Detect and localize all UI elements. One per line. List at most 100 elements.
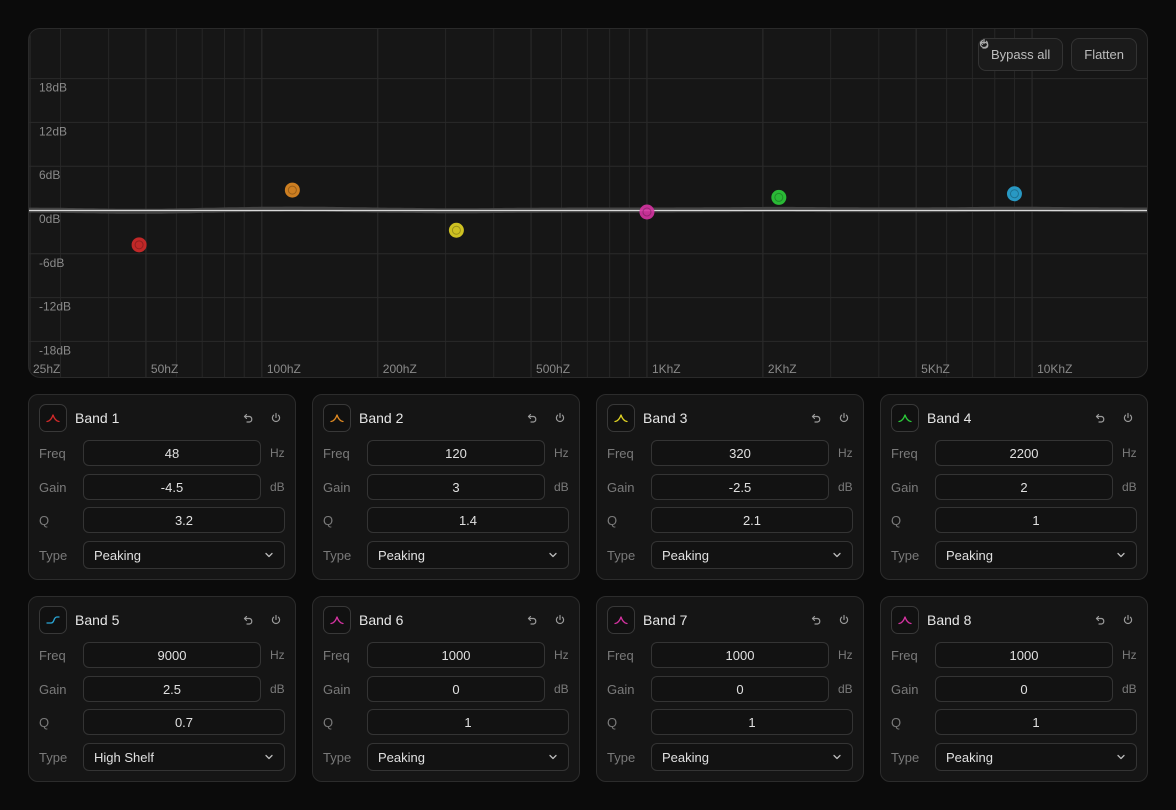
- freq-input[interactable]: 2200: [935, 440, 1113, 466]
- gain-unit: dB: [270, 480, 285, 494]
- gain-input[interactable]: -4.5: [83, 474, 261, 500]
- q-input[interactable]: 3.2: [83, 507, 285, 533]
- gain-input[interactable]: -2.5: [651, 474, 829, 500]
- band-power-button[interactable]: [1119, 409, 1137, 427]
- type-select-value: Peaking: [946, 547, 993, 563]
- band-power-button[interactable]: [267, 409, 285, 427]
- band-reset-button[interactable]: [239, 409, 257, 427]
- band-type-icon: [891, 606, 919, 634]
- band-type-icon: [323, 404, 351, 432]
- gain-input[interactable]: 0: [935, 676, 1113, 702]
- band-power-button[interactable]: [1119, 611, 1137, 629]
- freq-unit: Hz: [554, 648, 569, 662]
- peak-icon: [614, 616, 628, 625]
- freq-input[interactable]: 9000: [83, 642, 261, 668]
- q-label: Q: [607, 714, 618, 730]
- freq-input[interactable]: 1000: [651, 642, 829, 668]
- band-power-button[interactable]: [551, 611, 569, 629]
- band-handle[interactable]: [771, 189, 787, 205]
- band-reset-button[interactable]: [1091, 409, 1109, 427]
- type-select[interactable]: Peaking: [935, 541, 1137, 569]
- bypass-all-label: Bypass all: [991, 47, 1051, 62]
- chevron-down-icon: [833, 754, 841, 760]
- eq-graph[interactable]: 18dB 12dB 6dB 0dB -6dB -12dB -18dB 25hZ 50hZ 100h…: [28, 28, 1148, 378]
- q-input[interactable]: 2.1: [651, 507, 853, 533]
- band-handle[interactable]: [448, 222, 464, 238]
- q-input[interactable]: 1.4: [367, 507, 569, 533]
- type-select-value: Peaking: [94, 547, 141, 563]
- gain-row: Gain 2 dB: [891, 474, 1137, 500]
- q-input[interactable]: 1: [651, 709, 853, 735]
- band-power-button[interactable]: [835, 611, 853, 629]
- type-select[interactable]: Peaking: [651, 743, 853, 771]
- type-label: Type: [607, 749, 636, 765]
- band-handle[interactable]: [639, 204, 655, 220]
- undo-icon: [1095, 413, 1105, 423]
- freq-row: Freq 120 Hz: [323, 440, 569, 466]
- gain-input[interactable]: 2: [935, 474, 1113, 500]
- q-input[interactable]: 1: [367, 709, 569, 735]
- eq-graph-canvas[interactable]: 18dB 12dB 6dB 0dB -6dB -12dB -18dB 25hZ 50hZ 100h…: [29, 29, 1148, 378]
- band-handle[interactable]: [284, 182, 300, 198]
- band-card-1: Band 1 Freq 48 Hz Gain -4.5 dB Q 3.2 Typ…: [28, 394, 296, 580]
- q-input[interactable]: 1: [935, 507, 1137, 533]
- band-card-3: Band 3 Freq 320 Hz Gain -2.5 dB Q 2.1 Ty…: [596, 394, 864, 580]
- type-select-value: Peaking: [378, 547, 425, 563]
- band-card-4: Band 4 Freq 2200 Hz Gain 2 dB Q 1 Type P…: [880, 394, 1148, 580]
- type-row: Type Peaking: [323, 743, 569, 771]
- bypass-all-button[interactable]: Bypass all: [978, 38, 1064, 71]
- gain-input[interactable]: 0: [651, 676, 829, 702]
- band-handle[interactable]: [131, 237, 147, 253]
- band-header: Band 2: [323, 403, 569, 433]
- type-select[interactable]: Peaking: [651, 541, 853, 569]
- gain-input[interactable]: 3: [367, 474, 545, 500]
- type-select[interactable]: High Shelf: [83, 743, 285, 771]
- freq-row: Freq 9000 Hz: [39, 642, 285, 668]
- band-reset-button[interactable]: [807, 611, 825, 629]
- band-title: Band 4: [927, 410, 972, 426]
- band-power-button[interactable]: [835, 409, 853, 427]
- freq-tick-label: 1KhZ: [652, 362, 681, 376]
- freq-row: Freq 1000 Hz: [323, 642, 569, 668]
- q-input[interactable]: 0.7: [83, 709, 285, 735]
- power-icon: [555, 614, 565, 624]
- gain-input[interactable]: 2.5: [83, 676, 261, 702]
- q-row: Q 1.4: [323, 507, 569, 533]
- graph-toolbar: Bypass all Flatten: [978, 38, 1137, 71]
- db-tick-label: -12dB: [39, 300, 71, 314]
- gain-input[interactable]: 0: [367, 676, 545, 702]
- power-icon: [271, 614, 281, 624]
- band-reset-button[interactable]: [807, 409, 825, 427]
- gain-unit: dB: [1122, 480, 1137, 494]
- freq-input[interactable]: 1000: [935, 642, 1113, 668]
- band-power-button[interactable]: [551, 409, 569, 427]
- db-tick-label: -18dB: [39, 343, 71, 357]
- freq-input[interactable]: 320: [651, 440, 829, 466]
- flatten-button[interactable]: Flatten: [979, 38, 1137, 71]
- band-reset-button[interactable]: [523, 409, 541, 427]
- band-reset-button[interactable]: [1091, 611, 1109, 629]
- gain-unit: dB: [1122, 682, 1137, 696]
- band-title: Band 3: [643, 410, 688, 426]
- q-input[interactable]: 1: [935, 709, 1137, 735]
- freq-input[interactable]: 1000: [367, 642, 545, 668]
- gain-label: Gain: [607, 681, 635, 697]
- type-row: Type Peaking: [607, 541, 853, 569]
- type-select[interactable]: Peaking: [935, 743, 1137, 771]
- band-power-button[interactable]: [267, 611, 285, 629]
- band-handle[interactable]: [1006, 186, 1022, 202]
- freq-input[interactable]: 120: [367, 440, 545, 466]
- band-reset-button[interactable]: [523, 611, 541, 629]
- freq-input[interactable]: 48: [83, 440, 261, 466]
- db-tick-label: 18dB: [39, 81, 67, 95]
- gain-label: Gain: [891, 479, 919, 495]
- freq-label: Freq: [891, 647, 918, 663]
- type-select[interactable]: Peaking: [367, 541, 569, 569]
- band-reset-button[interactable]: [239, 611, 257, 629]
- q-label: Q: [891, 512, 902, 528]
- q-row: Q 1: [891, 507, 1137, 533]
- chevron-down-icon: [549, 754, 557, 760]
- type-select[interactable]: Peaking: [367, 743, 569, 771]
- type-select[interactable]: Peaking: [83, 541, 285, 569]
- chevron-down-icon: [549, 552, 557, 558]
